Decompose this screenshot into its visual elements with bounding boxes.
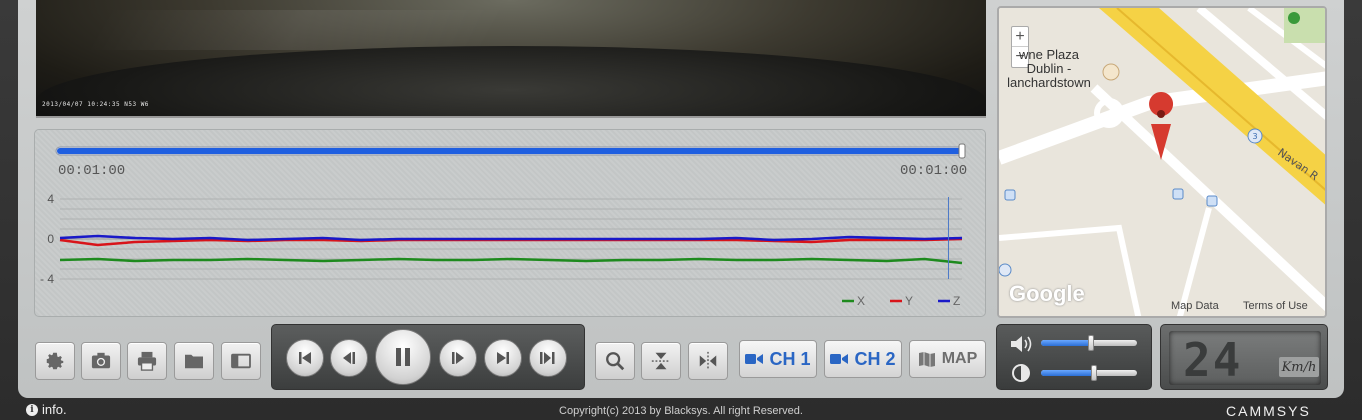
status-bar: i info. Copyright(c) 2013 by Blacksys. A… [0,400,1362,420]
step-back-icon [343,352,355,364]
volume-handle[interactable] [1087,335,1094,351]
series-line-z [59,234,963,242]
volume-fill [1041,340,1091,346]
speed-display: 24 Km/h [1169,331,1321,387]
player-controls [271,324,585,390]
window-icon [231,353,251,369]
channel-1-label: CH 1 [769,348,811,369]
pause-icon [396,348,410,366]
channel-2-button[interactable]: CH 2 [824,340,902,378]
app-window: 2013/04/07 10:24:35 N53 W6 00:01:00 00:0… [0,0,1362,420]
flip-vertical-button[interactable] [641,342,681,380]
step-forward-button[interactable] [439,339,477,377]
printer-icon [137,351,157,371]
g-sensor-chart: 4 0 - 4 X Y Z [40,143,966,308]
windshield-glare [84,10,508,50]
speedometer: 24 Km/h [1160,324,1328,390]
speaker-icon [1011,336,1032,352]
window-button[interactable] [221,342,261,380]
pause-button[interactable] [375,329,431,385]
video-timestamp: 2013/04/07 10:24:35 N53 W6 [42,101,149,108]
print-button[interactable] [127,342,167,380]
folder-icon [185,354,203,369]
terms-of-use-link[interactable]: Terms of Use [1243,300,1308,312]
snapshot-button[interactable] [81,342,121,380]
camera-icon [91,352,111,369]
video-camera-icon [830,354,849,364]
video-camera-icon [745,354,764,364]
y-tick-label: 0 [47,232,54,246]
y-tick-label: - 4 [40,272,54,286]
magnifier-icon [606,352,625,371]
zoom-in-button[interactable]: + [1012,27,1028,47]
channel-1-button[interactable]: CH 1 [739,340,817,378]
skip-start-button[interactable] [286,339,324,377]
flip-horizontal-icon [699,351,717,371]
skip-end-button[interactable] [484,339,522,377]
map-label: MAP [941,350,978,367]
legend-label-z: Z [953,294,960,308]
legend-label-x: X [857,294,865,308]
seek-bar-fill [57,148,963,154]
skip-start-icon [299,352,311,364]
flip-vertical-icon [651,352,671,370]
open-folder-button[interactable] [174,342,214,380]
brightness-fill [1041,370,1094,376]
route-label: 3 [1252,132,1257,141]
settings-button[interactable] [35,342,75,380]
y-tick-label: 4 [47,192,54,206]
place-label: wne Plaza Dublin - lanchardstown [1007,47,1091,90]
skip-end-icon [497,352,509,364]
map-icon [918,352,935,367]
map-data-link[interactable]: Map Data [1171,300,1219,312]
seek-handle[interactable] [958,143,966,159]
chart-legend: X Y Z [842,294,960,308]
google-logo: Google [1009,281,1085,306]
series-line-x [59,257,963,265]
speed-value: 24 [1183,333,1243,387]
map-view[interactable]: 3 Navan R + − wne Plaza Dublin - lanchar… [997,6,1327,318]
play-next-button[interactable] [529,339,567,377]
volume-slider[interactable] [1041,335,1137,351]
dashboard-view [36,46,986,116]
brand-logo: CAMMSYS [1226,403,1311,419]
flip-horizontal-button[interactable] [688,342,728,380]
audio-video-controls [996,324,1152,390]
map-button[interactable]: MAP [909,340,986,378]
chart-y-ticks: 4 0 - 4 [40,192,54,286]
play-next-icon [540,352,555,364]
brightness-icon [1012,364,1030,382]
brightness-slider[interactable] [1041,365,1137,381]
step-back-button[interactable] [330,339,368,377]
zoom-button[interactable] [595,342,635,380]
video-viewport[interactable]: 2013/04/07 10:24:35 N53 W6 [36,0,986,118]
step-forward-icon [452,352,464,364]
channel-2-label: CH 2 [854,348,896,369]
copyright-text: Copyright(c) 2013 by Blacksys. All right… [559,405,803,417]
gear-icon [46,352,64,370]
legend-label-y: Y [905,294,913,308]
speed-unit: Km/h [1279,357,1319,377]
brightness-handle[interactable] [1090,365,1097,381]
